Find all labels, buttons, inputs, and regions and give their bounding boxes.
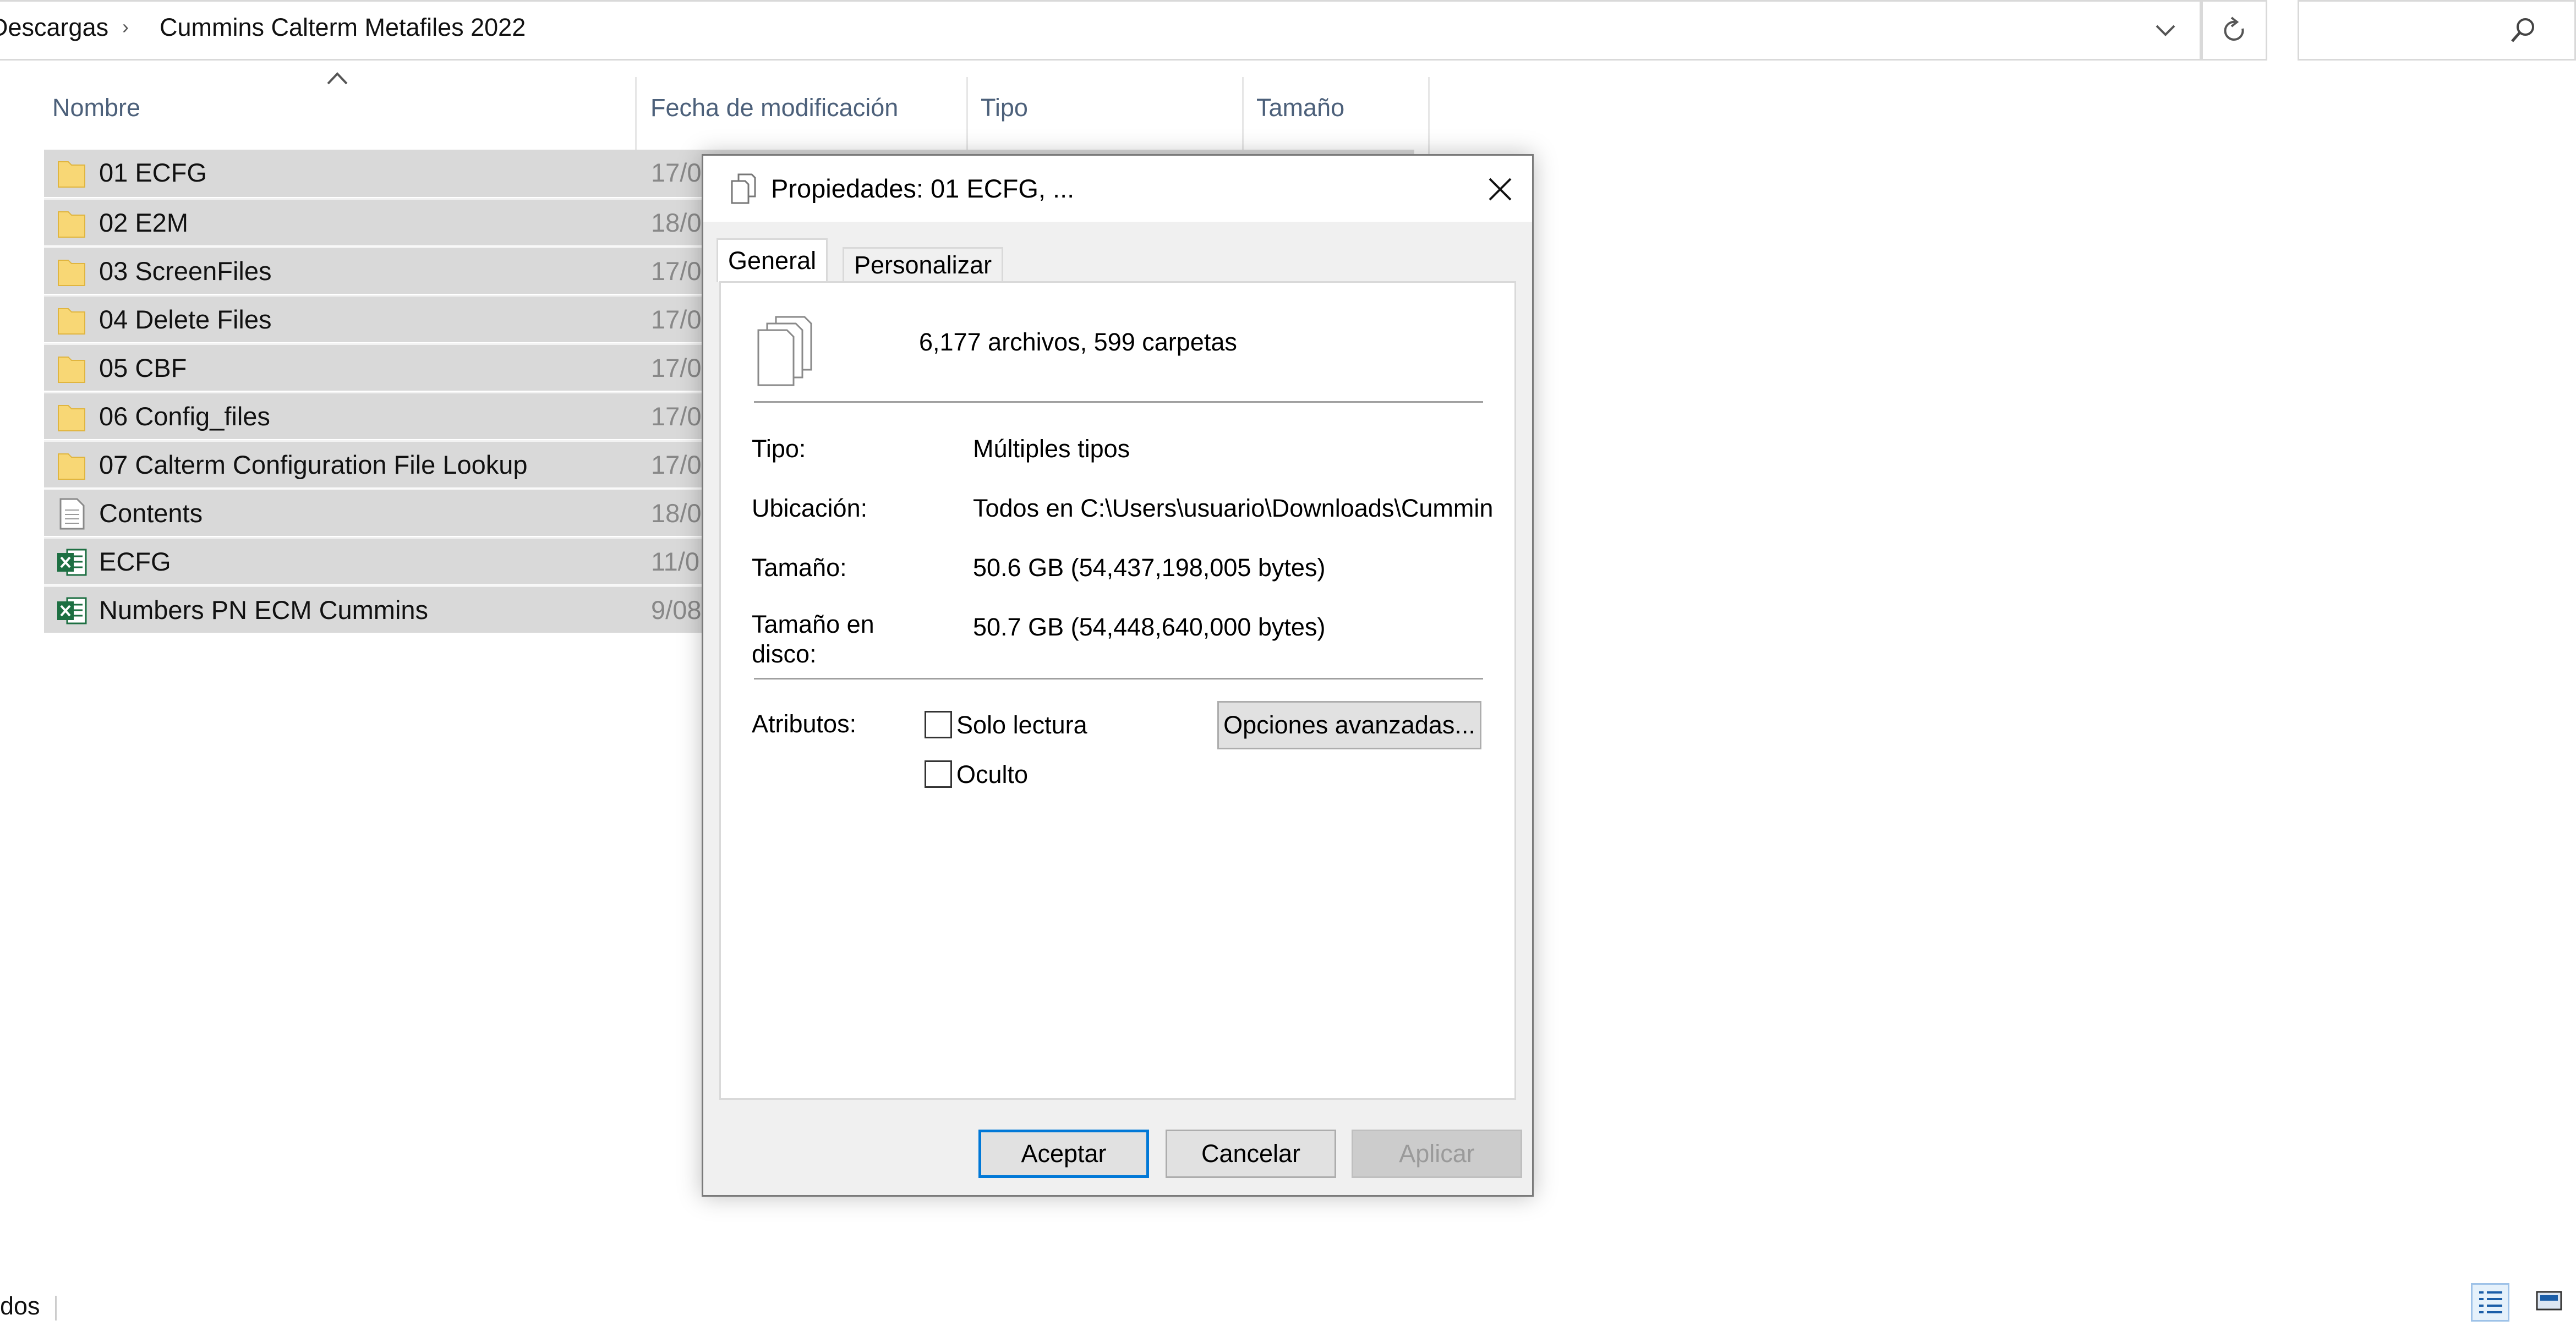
breadcrumb-downloads[interactable]: Descargas [0, 12, 108, 43]
file-name: ECFG [99, 547, 171, 576]
file-name: 07 Calterm Configuration File Lookup [99, 450, 528, 479]
file-name: 02 E2M [99, 208, 188, 237]
file-date: 18/0 [651, 498, 702, 528]
dialog-close-button[interactable] [1474, 166, 1526, 212]
file-date: 17/0 [651, 305, 702, 334]
file-date: 17/0 [651, 402, 702, 431]
folder-icon [58, 405, 85, 431]
prop-label-size: Tamaño: [752, 554, 847, 582]
status-divider [55, 1296, 57, 1320]
prop-value-size: 50.6 GB (54,437,198,005 bytes) [973, 554, 1326, 582]
details-view-button[interactable] [2471, 1283, 2509, 1322]
separator [754, 678, 1483, 680]
hidden-checkbox[interactable] [925, 760, 952, 788]
readonly-label[interactable]: Solo lectura [956, 710, 1087, 741]
folder-icon [58, 308, 85, 335]
dialog-title: Propiedades: 01 ECFG, ... [771, 174, 1075, 203]
file-date: 17/0 [651, 256, 702, 286]
file-name: 03 ScreenFiles [99, 256, 272, 286]
folder-icon [58, 357, 85, 383]
readonly-checkbox[interactable] [925, 711, 952, 738]
breadcrumb-current-folder[interactable]: Cummins Calterm Metafiles 2022 [160, 12, 526, 43]
hidden-label[interactable]: Oculto [956, 759, 1028, 790]
large-icons-view-button[interactable] [2531, 1283, 2570, 1322]
folder-icon [58, 211, 85, 238]
advanced-options-button[interactable]: Opciones avanzadas... [1217, 701, 1481, 749]
general-tab-panel: 6,177 archivos, 599 carpetas Tipo: Múlti… [719, 281, 1516, 1100]
folder-icon [58, 161, 85, 188]
prop-value-location: Todos en C:\Users\usuario\Downloads\Cumm… [973, 494, 1494, 522]
file-date: 11/0 [651, 547, 699, 576]
tab-personalizar[interactable]: Personalizar [843, 247, 1004, 283]
properties-dialog: Propiedades: 01 ECFG, ... General Person… [702, 154, 1534, 1197]
cancel-button[interactable]: Cancelar [1166, 1130, 1336, 1178]
file-name: 04 Delete Files [99, 305, 272, 334]
ok-button[interactable]: Aceptar [978, 1130, 1149, 1178]
attributes-label: Atributos: [752, 710, 857, 738]
thumbnail-view-icon [2536, 1291, 2562, 1311]
selection-summary: 6,177 archivos, 599 carpetas [919, 328, 1237, 356]
folder-icon [58, 260, 85, 286]
file-date: 17/0 [651, 353, 702, 382]
file-date: 17/0 [651, 158, 702, 187]
status-bar-text: dos [0, 1292, 40, 1320]
breadcrumb-separator: › [122, 15, 129, 38]
file-name: Numbers PN ECM Cummins [99, 595, 429, 624]
file-date: 18/0 [651, 208, 702, 237]
excel-file-icon [57, 549, 87, 576]
file-name: 06 Config_files [99, 402, 270, 431]
prop-label-location: Ubicación: [752, 494, 868, 522]
multiple-files-icon [731, 173, 756, 204]
file-date: 9/08 [651, 595, 702, 624]
refresh-icon [2224, 17, 2244, 41]
search-icon [2511, 18, 2534, 42]
separator [754, 401, 1483, 403]
folder-icon [58, 453, 85, 480]
prop-value-type: Múltiples tipos [973, 435, 1130, 463]
prop-value-size-on-disk: 50.7 GB (54,448,640,000 bytes) [973, 613, 1326, 641]
file-name: 01 ECFG [99, 158, 207, 187]
tab-general[interactable]: General [717, 238, 828, 282]
close-icon [1489, 178, 1511, 200]
excel-file-icon [57, 597, 87, 624]
multiple-files-icon [757, 316, 812, 386]
file-name: Contents [99, 498, 203, 528]
prop-label-type: Tipo: [752, 435, 806, 463]
apply-button[interactable]: Aplicar [1352, 1130, 1522, 1178]
chevron-down-icon [2156, 25, 2175, 36]
details-view-icon [2479, 1291, 2502, 1313]
file-date: 17/0 [651, 450, 702, 479]
file-name: 05 CBF [99, 353, 187, 382]
prop-label-size-on-disk: Tamaño en disco: [752, 610, 874, 668]
search-button[interactable] [2498, 6, 2548, 55]
address-history-dropdown[interactable] [2141, 6, 2190, 55]
refresh-button[interactable] [2201, 0, 2267, 61]
text-file-icon [59, 498, 85, 530]
